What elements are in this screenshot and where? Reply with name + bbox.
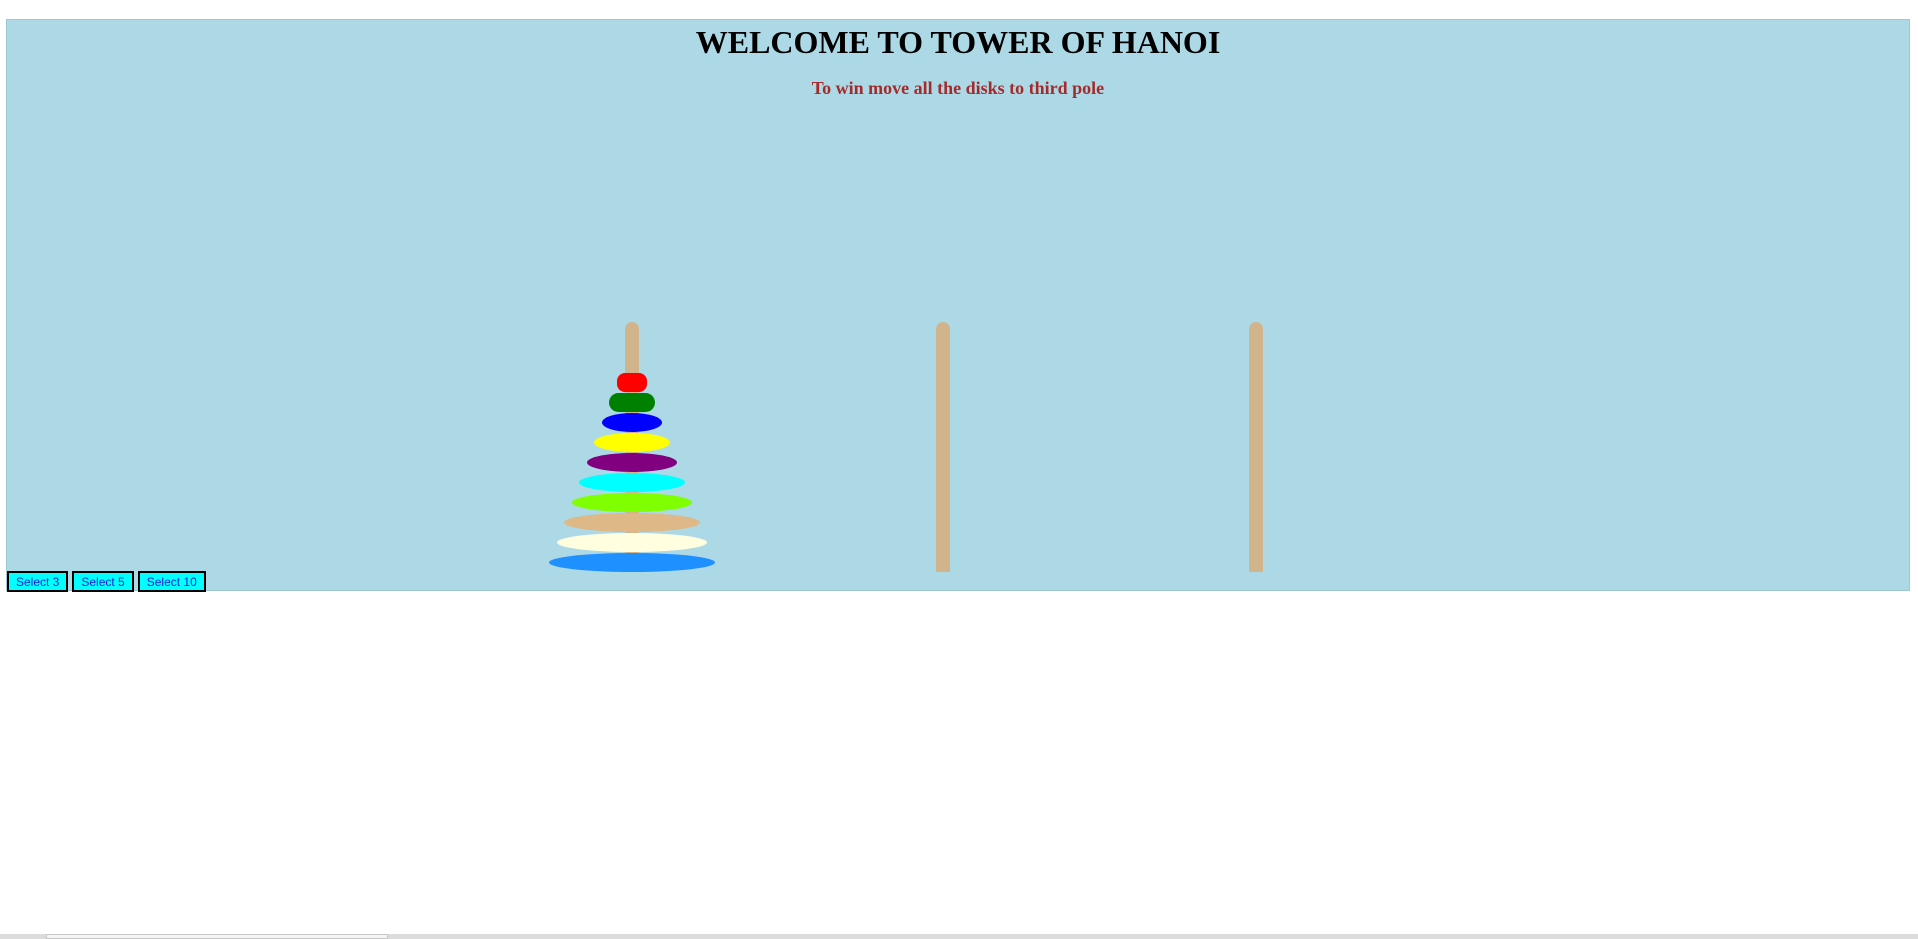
scrollbar-thumb[interactable] bbox=[46, 934, 388, 939]
game-panel: WELCOME TO TOWER OF HANOI To win move al… bbox=[6, 19, 1910, 592]
disk-green[interactable] bbox=[609, 393, 655, 412]
page-title: WELCOME TO TOWER OF HANOI bbox=[695, 24, 1221, 60]
select-5-button[interactable]: Select 5 bbox=[72, 571, 134, 592]
disk-red[interactable] bbox=[617, 373, 647, 392]
disk-yellow[interactable] bbox=[594, 433, 670, 452]
disk-chartreuse[interactable] bbox=[571, 493, 693, 512]
disk-blue[interactable] bbox=[601, 413, 663, 432]
disk-burlywood[interactable] bbox=[564, 513, 700, 532]
disk-dodger-blue[interactable] bbox=[549, 553, 715, 572]
select-3-button[interactable]: Select 3 bbox=[7, 571, 69, 592]
instructions-text: To win move all the disks to third pole bbox=[811, 78, 1105, 98]
pole-3[interactable] bbox=[1249, 322, 1263, 572]
disk-purple[interactable] bbox=[586, 453, 678, 472]
disk-cyan[interactable] bbox=[579, 473, 685, 492]
disk-count-controls: Select 3 Select 5 Select 10 bbox=[7, 571, 206, 592]
select-10-button[interactable]: Select 10 bbox=[137, 571, 206, 592]
disk-light-yellow[interactable] bbox=[556, 533, 708, 552]
horizontal-scrollbar[interactable] bbox=[0, 934, 1918, 939]
pole-2[interactable] bbox=[936, 322, 950, 572]
